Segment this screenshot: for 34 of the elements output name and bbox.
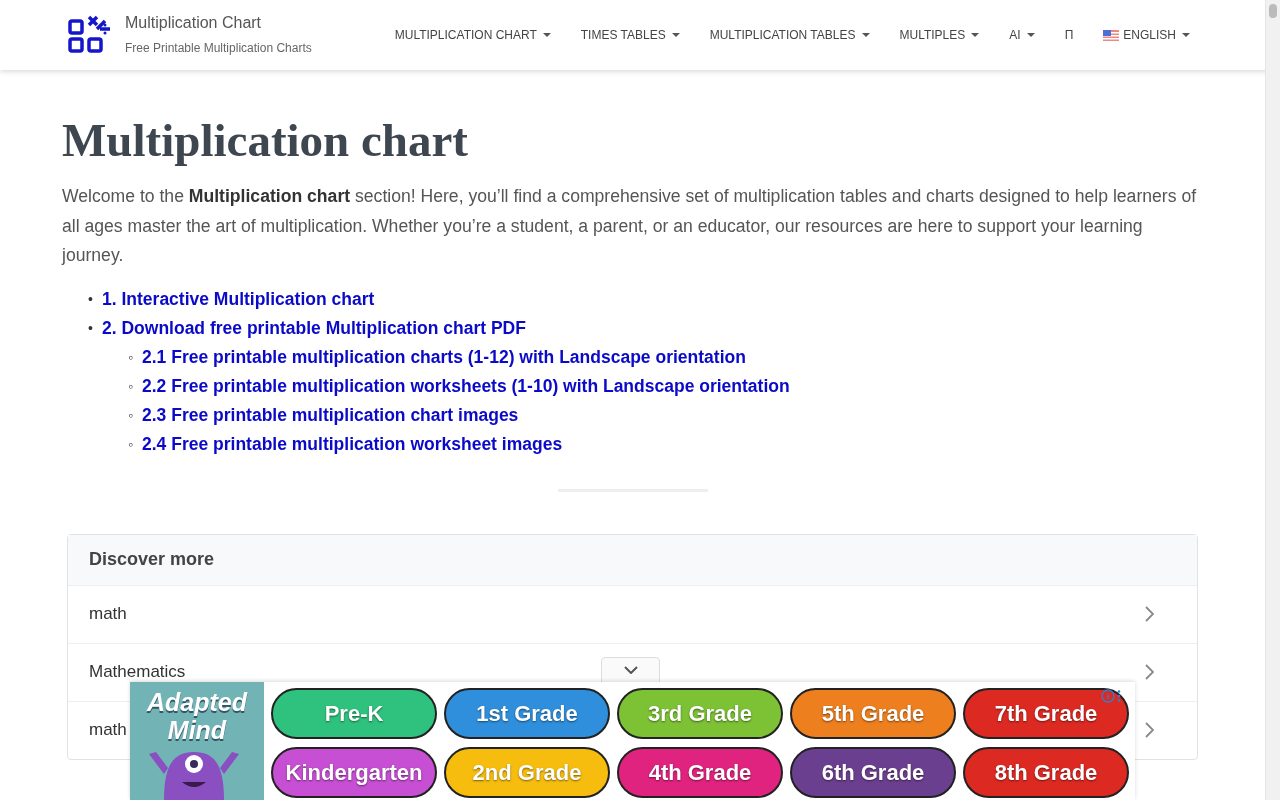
bullet: ◦ (128, 434, 134, 454)
page-heading: Multiplication chart (62, 113, 469, 168)
nav-menu-item[interactable]: ENGLISH (1103, 26, 1190, 44)
grade-button[interactable]: 7th Grade (963, 688, 1129, 739)
grade-button[interactable]: Kindergarten (271, 747, 437, 798)
intro-paragraph: Welcome to the Multiplication chart section! Here, you’ll find a comprehensive set of multiplication tables and charts designed to help learners of all ages master the art of multiplication. Whether you’re a student, a parent, or an educator, our resources are here to support your learning journey. (62, 185, 1197, 267)
nav-menu-item[interactable]: AI (1009, 26, 1035, 44)
toc-link[interactable]: 1. Interactive Multiplication chart (102, 284, 375, 314)
nav-menu-item[interactable]: Π (1064, 26, 1074, 44)
toc-link[interactable]: 2.2 Free printable multiplication worksheets (1-10) with Landscape orientation (142, 371, 790, 401)
grade-button[interactable]: 4th Grade (617, 747, 783, 798)
bullet: • (88, 289, 94, 309)
site-title[interactable]: Multiplication Chart (125, 13, 312, 33)
bullet: ◦ (128, 405, 134, 425)
bullet: • (88, 318, 94, 338)
nav-menu-item[interactable]: TIMES TABLES (580, 26, 680, 44)
grade-button[interactable]: 8th Grade (963, 747, 1129, 798)
nav-menu-item[interactable]: MULTIPLES (899, 26, 980, 44)
bullet: ◦ (128, 347, 134, 367)
ad-banner[interactable]: Adapted Mind Pre-K 1st Grade 3rd Grade 5th Grade 7th Grade Kindergarten 2nd Grade 4th Grade 6th Grade 8th Grade (130, 682, 1135, 800)
nav-menu-item[interactable]: MULTIPLICATION CHART (394, 26, 551, 44)
grade-button[interactable]: 6th Grade (790, 747, 956, 798)
ad-logo: Adapted Mind (145, 688, 249, 744)
discover-link[interactable]: math (89, 601, 127, 627)
discover-link[interactable]: Mathematics (89, 659, 186, 685)
discover-link[interactable]: math (89, 717, 127, 743)
toc-link[interactable]: 2.1 Free printable multiplication charts (1-12) with Landscape orientation (142, 342, 746, 372)
toc-link[interactable]: 2.4 Free printable multiplication worksheet images (142, 429, 563, 459)
site-tagline: Free Printable Multiplication Charts (125, 40, 312, 57)
toc-link[interactable]: 2.3 Free printable multiplication chart images (142, 400, 519, 430)
panel-title: Discover more (68, 534, 1197, 585)
bullet: ◦ (128, 376, 134, 396)
nav-menu-item[interactable]: MULTIPLICATION TABLES (709, 26, 870, 44)
toc-link[interactable]: 2. Download free printable Multiplication chart PDF (102, 313, 526, 343)
